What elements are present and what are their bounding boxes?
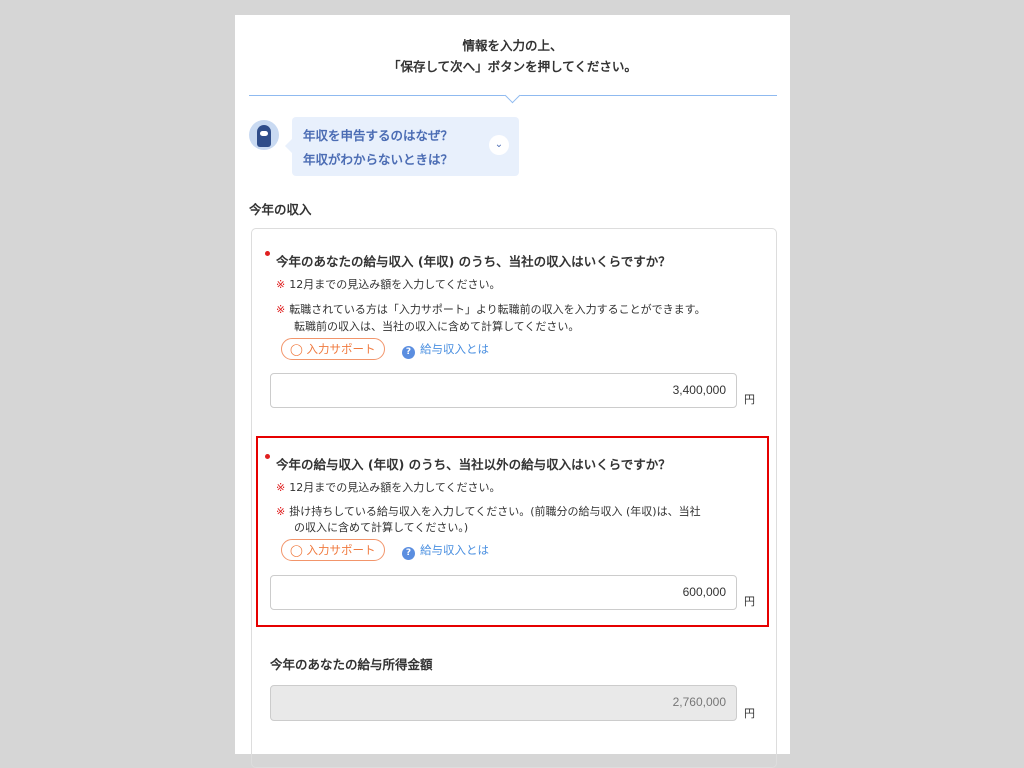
chevron-down-icon[interactable]: ⌄ <box>489 135 509 155</box>
note-text: 12月までの見込み額を入力してください。 <box>289 481 501 494</box>
note: ※ 掛け持ちしている給与収入を入力してください。(前職分の給与収入 (年収)は、当… <box>276 503 701 519</box>
help-bubble[interactable]: 年収を申告するのはなぜ？ 年収がわからないときは？ ⌄ <box>285 117 519 176</box>
note-mark: ※ <box>276 278 286 291</box>
unit-label: 円 <box>744 595 755 608</box>
help-bubble-line-1: 年収を申告するのはなぜ？ <box>303 128 454 143</box>
question-title: 今年のあなたの給与収入 (年収) のうち、当社の収入はいくらですか？ <box>276 254 671 269</box>
question-icon: ? <box>402 346 415 359</box>
required-marker <box>265 251 270 256</box>
salary-income-help-link[interactable]: ? 給与収入とは <box>402 341 489 359</box>
question-icon: ? <box>402 547 415 560</box>
note: ※ 転職されている方は「入力サポート」より転職前の収入を入力することができます。 <box>276 301 706 317</box>
question-title: 今年の給与収入 (年収) のうち、当社以外の給与収入はいくらですか？ <box>276 457 671 472</box>
unit-label: 円 <box>744 393 755 406</box>
input-support-label: 入力サポート <box>306 342 376 356</box>
input-support-button[interactable]: ◯︎ 入力サポート <box>281 338 385 360</box>
note-text: 12月までの見込み額を入力してください。 <box>289 278 501 291</box>
mascot-avatar <box>249 120 279 150</box>
note-text: 掛け持ちしている給与収入を入力してください。(前職分の給与収入 (年収)は、当社 <box>289 505 701 518</box>
unit-label: 円 <box>744 707 755 720</box>
company-income-input[interactable]: 3,400,000 <box>270 373 737 408</box>
help-link-label: 給与収入とは <box>420 543 489 557</box>
other-income-input[interactable]: 600,000 <box>270 575 737 610</box>
section-title: 今年の収入 <box>249 202 312 217</box>
salary-income-label: 今年のあなたの給与所得金額 <box>270 657 433 672</box>
input-support-label: 入力サポート <box>306 543 376 557</box>
note: ※ 12月までの見込み額を入力してください。 <box>276 479 501 495</box>
required-marker <box>265 454 270 459</box>
note-mark: ※ <box>276 481 286 494</box>
instruction-line-1: 情報を入力の上、 <box>462 38 563 53</box>
note: ※ 12月までの見込み額を入力してください。 <box>276 276 501 292</box>
instruction-line-2: 「保存して次へ」ボタンを押してください。 <box>388 59 637 74</box>
salary-income-field: 2,760,000 <box>270 685 737 721</box>
note-text: 転職前の収入は、当社の収入に含めて計算してください。 <box>294 320 580 333</box>
note-mark: ※ <box>276 303 286 316</box>
note-mark: ※ <box>276 505 286 518</box>
input-support-button[interactable]: ◯︎ 入力サポート <box>281 539 385 561</box>
note-text: の収入に含めて計算してください。) <box>294 521 469 534</box>
note-text: 転職されている方は「入力サポート」より転職前の収入を入力することができます。 <box>289 303 706 316</box>
help-link-label: 給与収入とは <box>420 342 489 356</box>
salary-income-help-link[interactable]: ? 給与収入とは <box>402 542 489 560</box>
help-bubble-line-2: 年収がわからないときは？ <box>303 152 454 167</box>
